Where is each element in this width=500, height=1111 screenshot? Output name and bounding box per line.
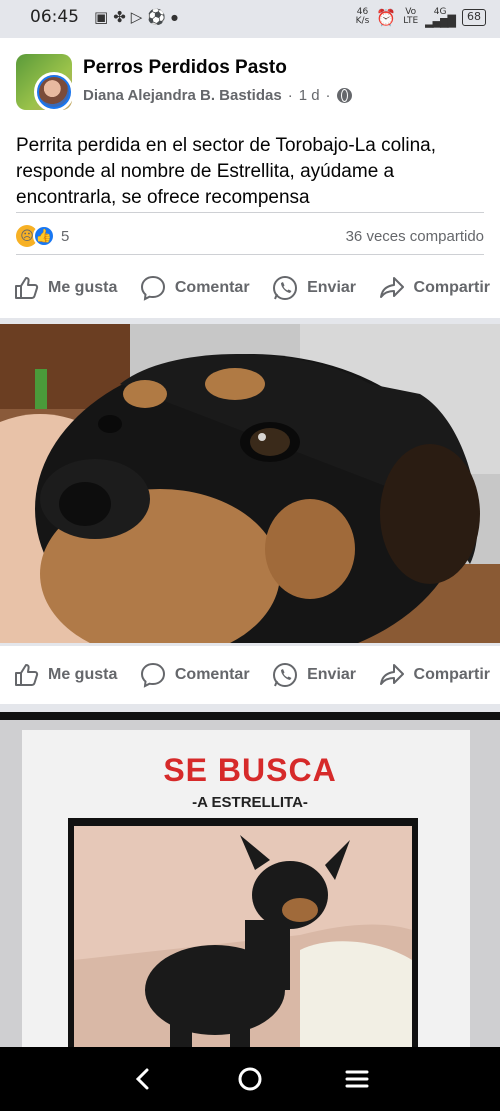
home-circle-icon: [238, 1067, 262, 1091]
share-arrow-icon: [379, 277, 404, 298]
public-globe-icon: [336, 88, 352, 103]
network-speed: 46 K/s: [356, 8, 370, 26]
share-label: Compartir: [413, 279, 490, 296]
meta-separator: ·: [287, 87, 293, 104]
recent-apps-button[interactable]: [337, 1059, 377, 1099]
like-label: Me gusta: [48, 279, 118, 296]
comment-button[interactable]: Comentar: [139, 274, 250, 302]
photo-like-button[interactable]: Me gusta: [12, 661, 117, 689]
volte-indicator: Vo LTE: [403, 8, 418, 26]
menu-lines-icon: [345, 1070, 369, 1088]
comment-bubble-icon: [140, 275, 165, 301]
thumbs-up-icon: [15, 277, 39, 299]
post-card: Perros Perdidos Pasto Diana Alejandra B.…: [0, 38, 500, 318]
send-label: Enviar: [307, 666, 357, 683]
facebook-notification-icon: ▣: [94, 8, 109, 26]
reactions-summary[interactable]: ☹ 👍 5 36 veces compartido: [16, 224, 484, 248]
play-store-notification-icon: ▷: [130, 8, 143, 26]
like-label: Me gusta: [48, 666, 118, 683]
poster-title: SE BUSCA: [163, 752, 337, 788]
photo-share-button[interactable]: Compartir: [378, 661, 490, 689]
home-button[interactable]: [230, 1059, 270, 1099]
photo-action-bar-container: Me gusta Comentar Enviar Compartir: [0, 646, 500, 704]
reaction-count[interactable]: 5: [61, 228, 69, 245]
status-bar: 06:45 ▣ ✤ ▷ ⚽ ● 46 K/s ⏰ Vo LTE 4G ▂▄▆█ …: [0, 0, 500, 34]
signal-indicator: 4G ▂▄▆█: [425, 8, 456, 28]
comment-bubble-icon: [140, 662, 165, 688]
comment-label: Comentar: [174, 279, 250, 296]
battery-indicator: 68: [462, 8, 486, 26]
back-button[interactable]: [123, 1059, 163, 1099]
share-button[interactable]: Compartir: [378, 274, 490, 302]
post-meta: Diana Alejandra B. Bastidas · 1 d ·: [83, 87, 352, 104]
game-controller-notification-icon: ✤: [113, 8, 126, 26]
signal-bars-icon: ▂▄▆█: [425, 15, 456, 28]
meta-separator: ·: [325, 87, 331, 104]
group-name[interactable]: Perros Perdidos Pasto: [83, 57, 287, 79]
thumbs-up-icon: [15, 664, 39, 686]
whatsapp-icon: [273, 276, 298, 300]
comment-label: Comentar: [174, 666, 250, 683]
alarm-clock-icon: ⏰: [376, 7, 397, 27]
send-whatsapp-button[interactable]: Enviar: [271, 274, 356, 302]
status-time: 06:45: [30, 7, 79, 27]
more-notifications-dot-icon: ●: [171, 12, 178, 22]
dog-closeup-image: [0, 324, 500, 643]
post-text: Perrita perdida en el sector de Torobajo…: [16, 135, 437, 208]
like-button[interactable]: Me gusta: [12, 274, 117, 302]
post-action-bar: Me gusta Comentar Enviar Compartir: [0, 266, 500, 310]
photo-comment-button[interactable]: Comentar: [139, 661, 250, 689]
author-avatar[interactable]: [34, 72, 74, 112]
post-header: Perros Perdidos Pasto Diana Alejandra B.…: [16, 54, 486, 112]
net-speed-unit: K/s: [355, 16, 370, 26]
soccer-ball-notification-icon: ⚽: [147, 8, 166, 26]
poster-subtitle: -A ESTRELLITA-: [192, 794, 308, 811]
system-navigation-bar: [0, 1047, 500, 1111]
photo-top-edge: [0, 712, 500, 720]
divider: [16, 254, 484, 255]
whatsapp-icon: [273, 663, 298, 687]
share-count[interactable]: 36 veces compartido: [346, 228, 484, 245]
back-chevron-icon: [136, 1068, 149, 1090]
photo-action-bar: Me gusta Comentar Enviar Compartir: [0, 653, 500, 697]
volte-bottom: LTE: [403, 16, 419, 26]
share-arrow-icon: [379, 664, 404, 685]
photo-send-whatsapp-button[interactable]: Enviar: [271, 661, 356, 689]
post-photo-dog-closeup[interactable]: [0, 324, 500, 643]
post-photo-wanted-poster[interactable]: SE BUSCA -A ESTRELLITA-: [0, 712, 500, 1047]
author-name[interactable]: Diana Alejandra B. Bastidas: [83, 87, 282, 104]
notification-icons: ▣ ✤ ▷ ⚽ ●: [94, 8, 178, 26]
share-label: Compartir: [413, 666, 490, 683]
divider: [16, 212, 484, 213]
send-label: Enviar: [307, 279, 357, 296]
like-thumb-icon: 👍: [33, 225, 55, 247]
post-time[interactable]: 1 d: [299, 87, 320, 104]
